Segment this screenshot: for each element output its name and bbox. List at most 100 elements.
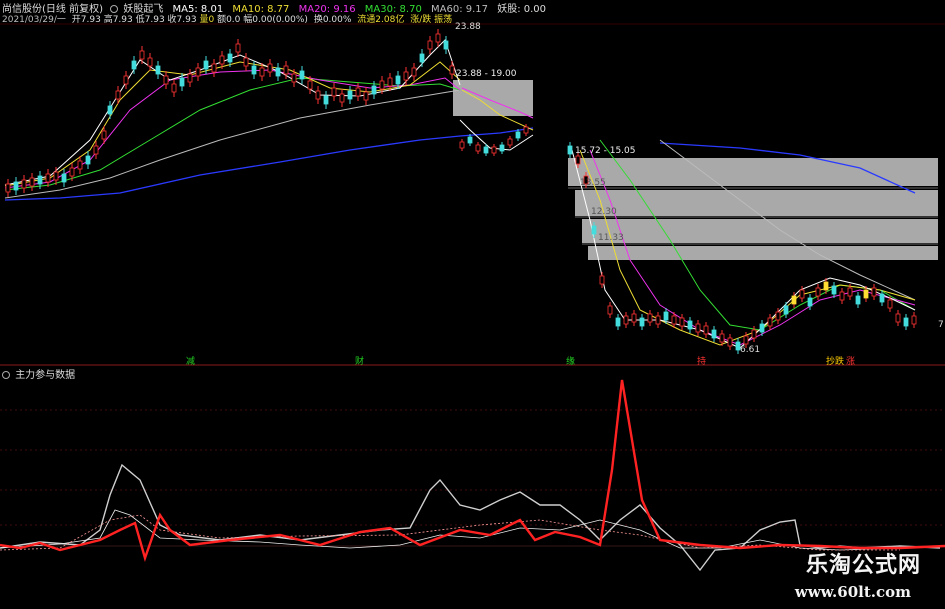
sub-panel-header: 主力参与数据 bbox=[2, 366, 75, 381]
settings-gear-icon[interactable] bbox=[2, 371, 10, 379]
resistance-box-5-label: 11.33 bbox=[598, 233, 624, 243]
candle-body bbox=[499, 144, 505, 152]
candle-body bbox=[449, 65, 455, 75]
candle-body bbox=[93, 145, 99, 155]
amount: 额0.0 bbox=[217, 15, 241, 25]
candle-body bbox=[69, 167, 75, 177]
candle-body bbox=[591, 225, 597, 235]
candle-body bbox=[101, 130, 107, 140]
resistance-box-1-label: 23.88 - 19.00 bbox=[456, 69, 517, 79]
candle-body bbox=[203, 60, 209, 70]
candle-body bbox=[403, 71, 409, 81]
candle-body bbox=[331, 87, 337, 97]
candle-body bbox=[435, 33, 441, 43]
candle-body bbox=[123, 75, 129, 85]
candle-body bbox=[515, 131, 521, 139]
candle-body bbox=[227, 53, 233, 63]
candle-body bbox=[903, 317, 909, 327]
candle-body bbox=[607, 305, 613, 315]
candle-body bbox=[483, 146, 489, 154]
candle-body bbox=[775, 311, 781, 321]
candle-body bbox=[767, 317, 773, 327]
candle-body bbox=[647, 313, 653, 323]
signal-4: 持 bbox=[697, 357, 707, 367]
candle-body bbox=[711, 329, 717, 339]
candle-body bbox=[507, 138, 513, 146]
extra-value: 妖股: 0.00 bbox=[497, 4, 547, 15]
header-line-2: 2021/03/29/一 开7.93 高7.93 低7.93 收7.93 量0 … bbox=[2, 12, 452, 25]
candle-body bbox=[807, 297, 813, 307]
candle-body bbox=[631, 313, 637, 323]
sub-line-white-thin bbox=[0, 509, 901, 551]
sub-panel-title[interactable]: 主力参与数据 bbox=[15, 370, 75, 381]
candle-body bbox=[791, 295, 797, 305]
candle-body bbox=[187, 73, 193, 83]
candle-body bbox=[623, 315, 629, 325]
candle-body bbox=[235, 43, 241, 53]
candle-body bbox=[61, 173, 67, 183]
candle-body bbox=[743, 335, 749, 345]
candle-body bbox=[411, 67, 417, 77]
candle-body bbox=[459, 141, 465, 149]
resistance-box-3-label: 13.55 bbox=[580, 178, 606, 188]
candle-body bbox=[599, 275, 605, 285]
resistance-box-4 bbox=[582, 219, 938, 243]
signal-3: 缘 bbox=[566, 357, 576, 367]
date: 2021/03/29/一 bbox=[2, 15, 66, 25]
candle-body bbox=[155, 65, 161, 75]
candle-body bbox=[615, 317, 621, 327]
volume: 量0 bbox=[199, 15, 215, 25]
candle-body bbox=[251, 65, 257, 75]
candle-body bbox=[855, 295, 861, 305]
high: 高7.93 bbox=[103, 15, 133, 25]
resistance-box-5 bbox=[588, 246, 938, 260]
sub-line-red bbox=[0, 379, 945, 562]
candle-body bbox=[219, 55, 225, 65]
candle-body bbox=[347, 90, 353, 100]
candle-body bbox=[283, 65, 289, 75]
candle-body bbox=[727, 337, 733, 347]
candle-body bbox=[467, 136, 473, 144]
candle-body bbox=[703, 325, 709, 335]
change: 幅0.00(0.00%) bbox=[243, 15, 308, 25]
candle-body bbox=[37, 175, 43, 185]
candle-body bbox=[13, 181, 19, 191]
candle-body bbox=[831, 285, 837, 295]
candle-body bbox=[863, 289, 869, 299]
candle-body bbox=[679, 317, 685, 327]
candle-body bbox=[171, 83, 177, 93]
candle-body bbox=[823, 281, 829, 291]
candle-body bbox=[671, 315, 677, 325]
chart-canvas[interactable] bbox=[0, 0, 945, 609]
right-edge-label: 7 bbox=[938, 320, 944, 330]
candle-body bbox=[751, 329, 757, 339]
candle-body bbox=[275, 67, 281, 77]
open: 开7.93 bbox=[71, 15, 101, 25]
watermark-url: www.60lt.com bbox=[794, 583, 911, 601]
candle-body bbox=[307, 80, 313, 90]
signal-6: 涨 bbox=[846, 357, 856, 367]
candle-body bbox=[339, 93, 345, 103]
ma60-line bbox=[4, 127, 534, 201]
candle-body bbox=[491, 146, 497, 154]
candle-body bbox=[291, 73, 297, 83]
candle-body bbox=[77, 160, 83, 170]
trend-tag: 涨/跌 振荡 bbox=[410, 15, 453, 25]
candle-body bbox=[267, 63, 273, 73]
candle-body bbox=[687, 320, 693, 330]
low: 低7.93 bbox=[135, 15, 165, 25]
resistance-box-4-label: 12.30 bbox=[591, 207, 617, 217]
float-shares: 流通2.08亿 bbox=[357, 15, 405, 25]
candle-body bbox=[719, 333, 725, 343]
watermark-logo: 乐淘公式网 bbox=[805, 552, 921, 578]
candle-body bbox=[815, 287, 821, 297]
high-price-label: 23.88 bbox=[455, 22, 481, 32]
candle-body bbox=[783, 305, 789, 315]
candle-body bbox=[523, 126, 529, 134]
candle-body bbox=[163, 75, 169, 85]
resistance-box-1 bbox=[453, 80, 533, 116]
candle-body bbox=[259, 67, 265, 77]
candle-body bbox=[847, 287, 853, 297]
candle-body bbox=[115, 90, 121, 100]
resistance-box-2-label: 15.72 - 15.05 bbox=[575, 146, 636, 156]
